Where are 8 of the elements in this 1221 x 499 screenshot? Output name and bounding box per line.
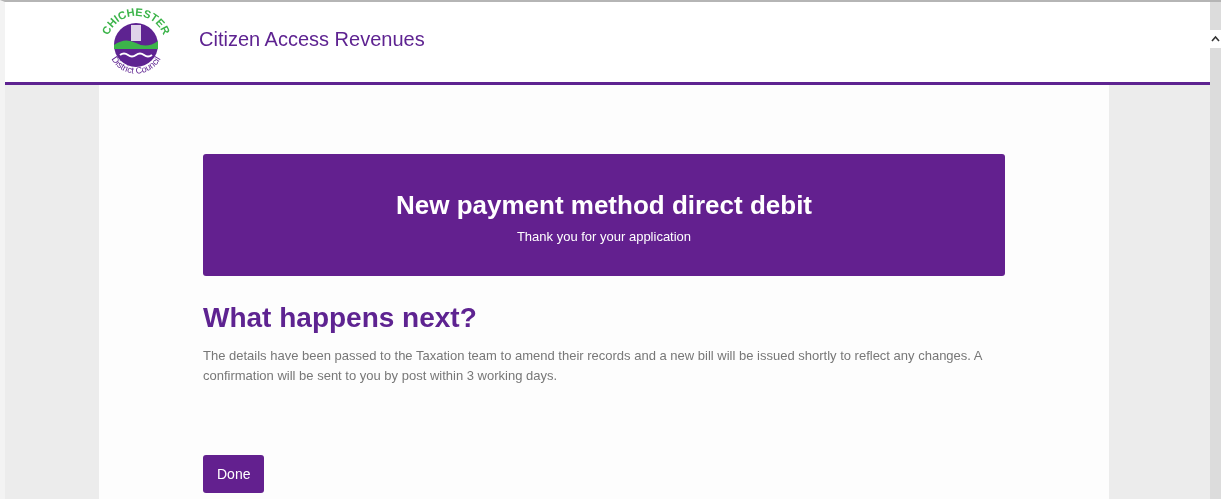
section-heading: What happens next? (203, 302, 478, 334)
banner-subtitle: Thank you for your application (516, 229, 692, 244)
scroll-up-icon[interactable] (1210, 30, 1221, 48)
app-title: Citizen Access Revenues (199, 27, 425, 51)
banner-title: New payment method direct debit (395, 190, 813, 221)
scrollbar[interactable] (1210, 2, 1221, 499)
done-button[interactable]: Done (203, 455, 265, 493)
info-paragraph: The details have been passed to the Taxation team to amend their records and a new bill will be issued shortly to reflect any changes. A confirmation will be sent to you by post within 3 working days. (203, 347, 984, 385)
